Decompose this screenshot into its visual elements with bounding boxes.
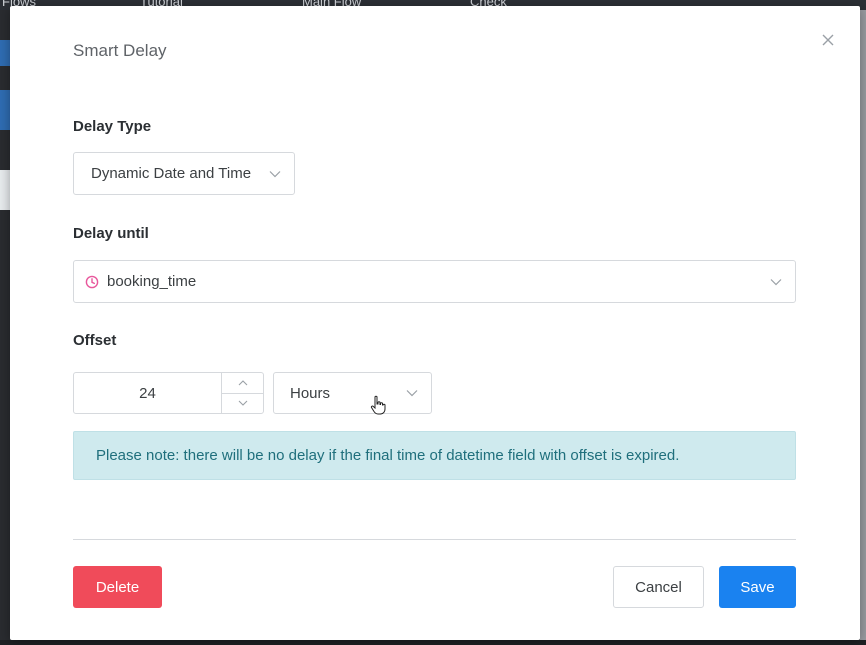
delay-until-value: booking_time (107, 273, 197, 290)
offset-unit-value: Hours (290, 384, 331, 402)
smart-delay-modal: Smart Delay Delay Type Dynamic Date and … (10, 6, 860, 640)
background-bottom (0, 640, 866, 645)
increment-button[interactable] (222, 373, 263, 394)
close-button[interactable] (816, 28, 840, 52)
clock-icon (85, 275, 99, 289)
stepper-controls (221, 373, 263, 413)
delete-button[interactable]: Delete (73, 566, 162, 608)
offset-expiry-note: Please note: there will be no delay if t… (73, 431, 796, 480)
chevron-down-icon (268, 167, 282, 181)
chevron-up-icon (238, 379, 247, 386)
delay-type-select[interactable]: Dynamic Date and Time (73, 152, 295, 195)
delay-until-label: Delay until (73, 225, 149, 242)
background-block (0, 170, 10, 210)
offset-amount-stepper (73, 372, 264, 414)
background-block (0, 90, 10, 130)
background-right-panel (860, 10, 866, 645)
offset-label: Offset (73, 332, 117, 349)
close-icon (822, 34, 834, 46)
delay-until-select[interactable]: booking_time (73, 260, 796, 303)
chevron-down-icon (405, 386, 419, 400)
save-button[interactable]: Save (719, 566, 796, 608)
hand-cursor-icon (370, 395, 386, 415)
offset-amount-input[interactable] (74, 373, 221, 413)
chevron-down-icon (238, 400, 247, 407)
delay-type-label: Delay Type (73, 118, 152, 135)
modal-title: Smart Delay (73, 41, 167, 60)
chevron-down-icon (769, 275, 783, 289)
decrement-button[interactable] (222, 394, 263, 414)
background-block (0, 40, 10, 66)
footer-divider (73, 539, 796, 540)
delay-type-value: Dynamic Date and Time (91, 165, 252, 182)
background-sidebar (0, 10, 10, 645)
offset-unit-select[interactable]: Hours (273, 372, 432, 414)
cancel-button[interactable]: Cancel (613, 566, 704, 608)
